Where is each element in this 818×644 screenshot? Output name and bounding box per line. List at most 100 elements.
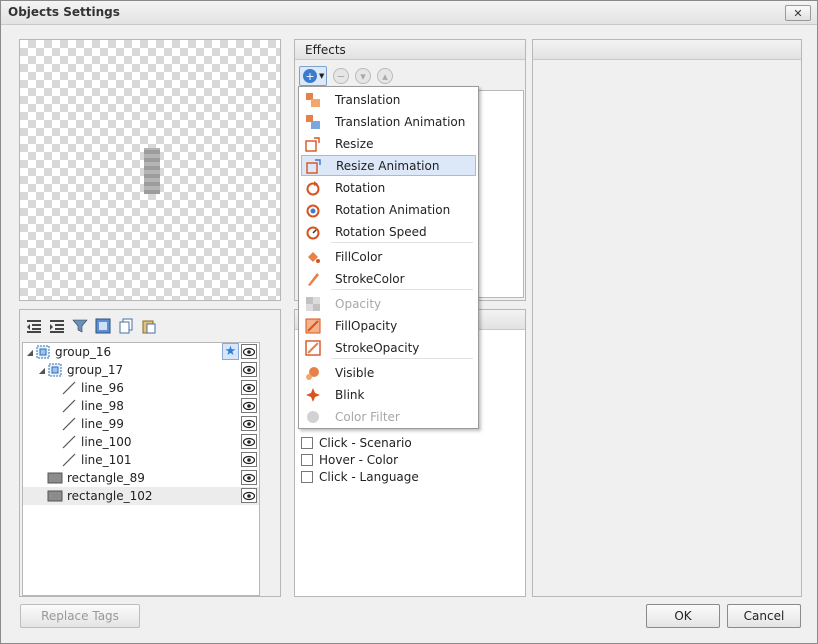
event-checkbox[interactable] xyxy=(301,453,313,466)
menu-item-label: Resize xyxy=(335,136,374,151)
menu-item-fillcolor[interactable]: FillColor xyxy=(301,246,476,267)
event-label: Click - Scenario xyxy=(319,435,412,450)
add-effect-button[interactable]: + ▼ xyxy=(299,66,327,86)
dropdown-arrow-icon: ▼ xyxy=(319,72,325,80)
menu-item-rotation-speed[interactable]: Rotation Speed xyxy=(301,221,476,242)
menu-item-label: Blink xyxy=(335,387,365,402)
eye-icon[interactable] xyxy=(241,362,257,377)
add-icon: + xyxy=(303,69,317,83)
menu-item-label: Color Filter xyxy=(335,409,400,424)
menu-item-resize-animation[interactable]: Resize Animation xyxy=(301,155,476,176)
tree-item-line-99[interactable]: line_99 xyxy=(23,415,259,433)
star-icon[interactable]: ★ xyxy=(222,343,239,360)
tree-item-group-17[interactable]: ◢ group_17 xyxy=(23,361,259,379)
group-icon xyxy=(47,362,63,378)
title-bar: Objects Settings ✕ xyxy=(1,1,817,25)
object-tree-panel: ◢ group_16 ★ ◢ group_17 line_96 line_98 line_99… xyxy=(19,309,281,597)
tree-item-rectangle-102[interactable]: rectangle_102 xyxy=(23,487,259,505)
tree-item-label: group_16 xyxy=(55,345,112,359)
event-checkbox[interactable] xyxy=(301,470,313,483)
tree-item-label: rectangle_102 xyxy=(67,489,153,503)
opacity-icon xyxy=(305,296,321,312)
move-down-icon[interactable]: ▾ xyxy=(355,68,371,84)
menu-item-label: Rotation Speed xyxy=(335,224,427,239)
line-icon xyxy=(61,434,77,450)
tree-item-label: line_96 xyxy=(81,381,124,395)
menu-item-rotation[interactable]: Rotation xyxy=(301,177,476,198)
eye-icon[interactable] xyxy=(241,452,257,467)
move-up-icon[interactable]: ▴ xyxy=(377,68,393,84)
menu-item-visible[interactable]: Visible xyxy=(301,362,476,383)
menu-item-translation[interactable]: Translation xyxy=(301,89,476,110)
tree-item-line-100[interactable]: line_100 xyxy=(23,433,259,451)
expand-arrow-icon[interactable]: ◢ xyxy=(37,366,47,375)
menu-item-rotation-animation[interactable]: Rotation Animation xyxy=(301,199,476,220)
fill-opacity-icon xyxy=(305,318,321,334)
remove-effect-icon[interactable]: − xyxy=(333,68,349,84)
eye-icon[interactable] xyxy=(241,434,257,449)
event-item-hover-color[interactable]: Hover - Color xyxy=(301,451,398,468)
eye-icon[interactable] xyxy=(241,380,257,395)
menu-item-opacity: Opacity xyxy=(301,293,476,314)
menu-item-blink[interactable]: Blink xyxy=(301,384,476,405)
add-effect-menu: Translation Translation Animation Resize Re… xyxy=(298,86,479,429)
window-title: Objects Settings xyxy=(8,5,120,19)
eye-icon[interactable] xyxy=(241,398,257,413)
menu-item-label: FillOpacity xyxy=(335,318,398,333)
properties-header xyxy=(533,40,801,60)
object-tree[interactable]: ◢ group_16 ★ ◢ group_17 line_96 line_98 line_99… xyxy=(22,342,260,596)
menu-item-label: Opacity xyxy=(335,296,382,311)
tree-item-rectangle-89[interactable]: rectangle_89 xyxy=(23,469,259,487)
color-filter-icon xyxy=(305,409,321,425)
tree-item-line-101[interactable]: line_101 xyxy=(23,451,259,469)
expand-arrow-icon[interactable]: ◢ xyxy=(25,348,35,357)
eye-icon[interactable] xyxy=(241,416,257,431)
preview-canvas xyxy=(19,39,281,301)
close-button[interactable]: ✕ xyxy=(785,5,811,21)
tree-item-line-98[interactable]: line_98 xyxy=(23,397,259,415)
tree-item-line-96[interactable]: line_96 xyxy=(23,379,259,397)
blink-icon xyxy=(305,387,321,403)
menu-item-strokeopacity[interactable]: StrokeOpacity xyxy=(301,337,476,358)
image-icon[interactable] xyxy=(93,316,113,336)
tree-item-group-16[interactable]: ◢ group_16 ★ xyxy=(23,343,259,361)
preview-object xyxy=(144,148,160,194)
resize-animation-icon xyxy=(306,158,322,174)
ok-button[interactable]: OK xyxy=(646,604,720,628)
menu-item-label: Resize Animation xyxy=(336,158,440,173)
effects-header: Effects xyxy=(295,40,525,60)
event-item-click-scenario[interactable]: Click - Scenario xyxy=(301,434,412,451)
filter-icon[interactable] xyxy=(70,316,90,336)
menu-separator xyxy=(331,289,473,290)
eye-icon[interactable] xyxy=(241,470,257,485)
menu-separator xyxy=(331,358,473,359)
paste-icon[interactable] xyxy=(139,316,159,336)
tree-item-label: line_99 xyxy=(81,417,124,431)
fill-color-icon xyxy=(305,249,321,265)
menu-item-fillopacity[interactable]: FillOpacity xyxy=(301,315,476,336)
menu-item-label: Translation xyxy=(335,92,401,107)
menu-item-label: Translation Animation xyxy=(335,114,466,129)
event-label: Click - Language xyxy=(319,469,419,484)
cancel-button[interactable]: Cancel xyxy=(727,604,801,628)
replace-tags-button[interactable]: Replace Tags xyxy=(20,604,140,628)
menu-item-resize[interactable]: Resize xyxy=(301,133,476,154)
tree-item-label: line_100 xyxy=(81,435,132,449)
menu-item-strokecolor[interactable]: StrokeColor xyxy=(301,268,476,289)
tree-item-label: group_17 xyxy=(67,363,124,377)
menu-item-label: Rotation Animation xyxy=(335,202,451,217)
translation-animation-icon xyxy=(305,114,321,130)
event-label: Hover - Color xyxy=(319,452,399,467)
resize-icon xyxy=(305,136,321,152)
eye-icon[interactable] xyxy=(241,344,257,359)
tree-item-label: line_98 xyxy=(81,399,124,413)
menu-item-translation-animation[interactable]: Translation Animation xyxy=(301,111,476,132)
event-item-click-language[interactable]: Click - Language xyxy=(301,468,419,485)
tree-item-label: rectangle_89 xyxy=(67,471,145,485)
outdent-icon[interactable] xyxy=(24,316,44,336)
indent-icon[interactable] xyxy=(47,316,67,336)
event-checkbox[interactable] xyxy=(301,436,313,449)
rotation-speed-icon xyxy=(305,224,321,240)
eye-icon[interactable] xyxy=(241,488,257,503)
copy-icon[interactable] xyxy=(116,316,136,336)
